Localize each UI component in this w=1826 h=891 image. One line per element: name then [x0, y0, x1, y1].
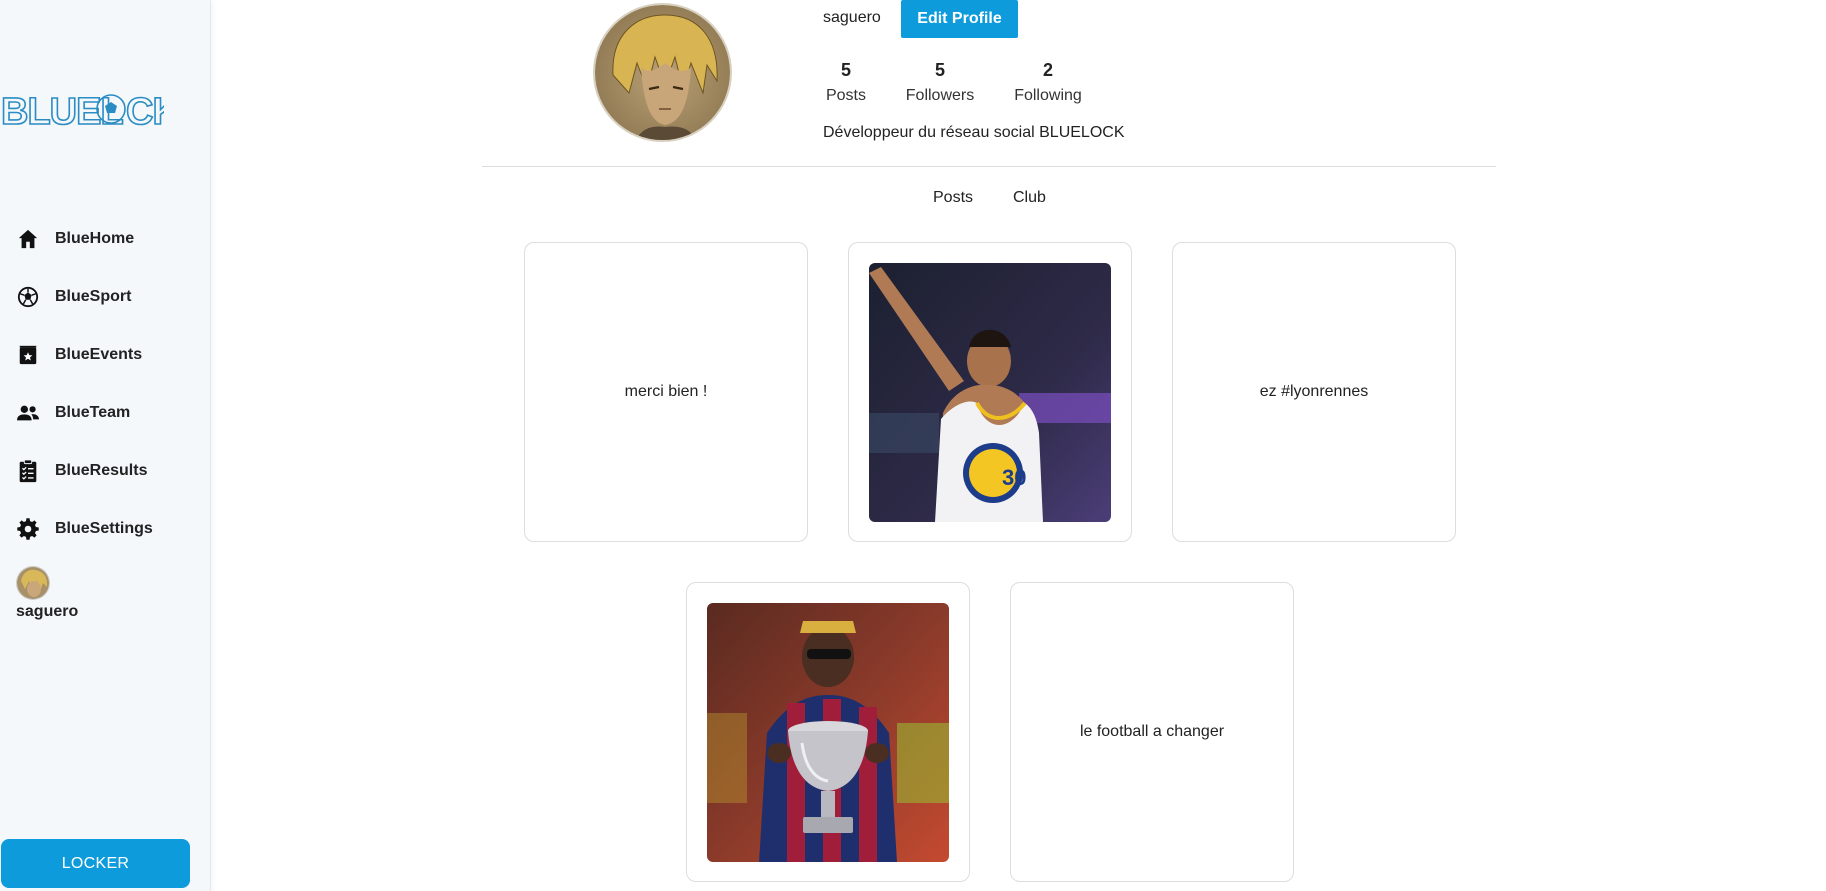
soccer-ball-icon [16, 285, 40, 309]
stat-label: Following [1014, 87, 1082, 104]
sidebar: BLUEL CK BlueHome BlueSport [0, 0, 211, 891]
svg-text:CK: CK [126, 91, 164, 128]
post-text: le football a changer [1079, 723, 1225, 740]
sidebar-item-label: BlueSettings [55, 520, 153, 537]
sidebar-item-label: BlueTeam [55, 404, 131, 421]
sidebar-item-bluesport[interactable]: BlueSport [0, 268, 211, 326]
divider [482, 166, 1496, 167]
edit-profile-button[interactable]: Edit Profile [901, 0, 1018, 38]
stat-label: Posts [825, 87, 866, 104]
sidebar-item-label: BlueHome [55, 230, 135, 247]
stat-following[interactable]: 2 Following [1012, 60, 1084, 105]
avatar[interactable] [16, 566, 50, 600]
bluelock-logo[interactable]: BLUEL CK [0, 86, 182, 134]
clipboard-check-icon [16, 459, 40, 483]
post-card[interactable] [686, 582, 970, 882]
gear-icon [16, 517, 40, 541]
calendar-star-icon [16, 343, 40, 367]
sidebar-item-blueteam[interactable]: BlueTeam [0, 384, 211, 442]
main-nav: BlueHome BlueSport BlueEvents BlueTeam B… [0, 210, 211, 558]
stat-followers[interactable]: 5 Followers [904, 60, 976, 105]
sidebar-item-blueresults[interactable]: BlueResults [0, 442, 211, 500]
profile-bio: Développeur du réseau social BLUELOCK [823, 124, 1125, 141]
stat-value: 5 [840, 60, 851, 80]
sidebar-user[interactable]: saguero [16, 566, 78, 621]
post-card[interactable]: le football a changer [1010, 582, 1294, 882]
people-icon [16, 401, 40, 425]
stat-value: 5 [934, 60, 945, 80]
post-image[interactable] [707, 602, 949, 862]
post-image[interactable]: 30 [869, 262, 1111, 522]
sidebar-item-label: BlueSport [55, 288, 132, 305]
locker-button[interactable]: LOCKER [1, 839, 190, 888]
tab-posts[interactable]: Posts [933, 189, 973, 207]
stat-value: 2 [1042, 60, 1053, 80]
post-card[interactable]: merci bien ! [524, 242, 808, 542]
sidebar-item-label: BlueEvents [55, 346, 143, 363]
stat-posts[interactable]: 5 Posts [823, 60, 869, 105]
sidebar-item-label: BlueResults [55, 462, 148, 479]
svg-text:30: 30 [1002, 465, 1026, 490]
sidebar-username: saguero [16, 603, 79, 620]
stat-label: Followers [905, 87, 975, 104]
home-icon [16, 227, 40, 251]
profile-username: saguero [823, 9, 881, 26]
sidebar-item-blueevents[interactable]: BlueEvents [0, 326, 211, 384]
post-text: merci bien ! [624, 383, 708, 400]
post-card[interactable]: 30 [848, 242, 1132, 542]
sidebar-item-bluehome[interactable]: BlueHome [0, 210, 211, 268]
post-text: ez #lyonrennes [1259, 383, 1369, 400]
profile-avatar[interactable] [593, 3, 732, 142]
tab-club[interactable]: Club [1013, 189, 1046, 207]
post-card[interactable]: ez #lyonrennes [1172, 242, 1456, 542]
sidebar-item-bluesettings[interactable]: BlueSettings [0, 500, 211, 558]
